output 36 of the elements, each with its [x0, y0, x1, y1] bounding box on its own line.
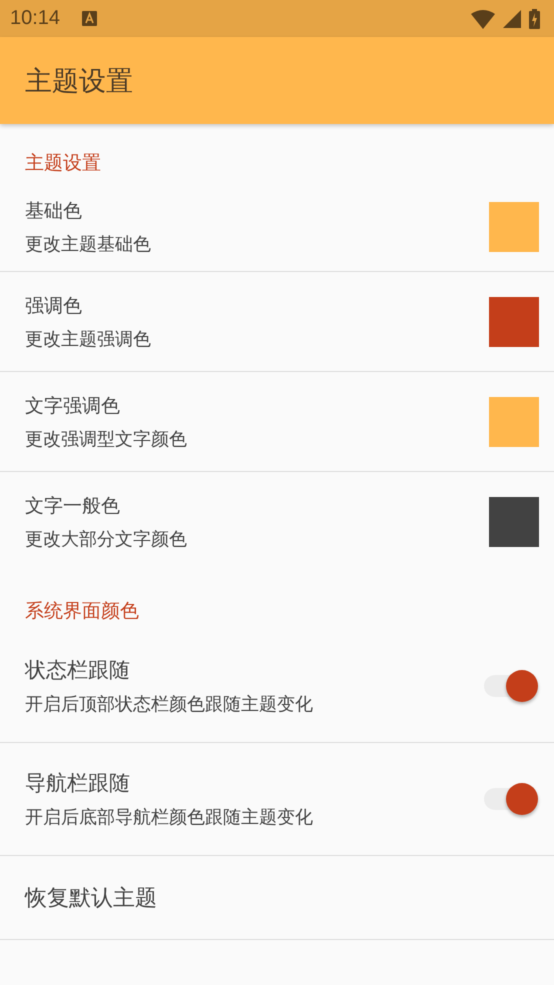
toggle-switch[interactable] [484, 670, 538, 702]
item-title: 基础色 [25, 198, 83, 224]
item-summary: 开启后底部导航栏颜色跟随主题变化 [25, 806, 314, 829]
item-summary: 更改主题强调色 [25, 328, 152, 350]
item-title: 恢复默认主题 [25, 884, 158, 912]
wifi-icon [471, 8, 495, 28]
item-summary: 更改大部分文字颜色 [25, 528, 188, 551]
item-summary: 开启后顶部状态栏颜色跟随主题变化 [25, 693, 314, 716]
toggle-switch[interactable] [484, 783, 538, 815]
item-title: 导航栏跟随 [25, 770, 131, 797]
battery-icon [529, 8, 540, 28]
settings-item[interactable]: 基础色 更改主题基础色 [0, 182, 554, 272]
color-swatch[interactable] [489, 296, 539, 346]
settings-item[interactable]: 文字强调色 更改强调型文字颜色 [0, 372, 554, 472]
settings-item[interactable]: 恢复默认主题 [0, 856, 554, 940]
section-header: 系统界面颜色 [24, 599, 140, 624]
app-bar-title: 主题设置 [25, 64, 133, 98]
item-title: 状态栏跟随 [25, 657, 131, 684]
toggle-thumb[interactable] [506, 783, 538, 815]
settings-item[interactable]: 状态栏跟随 开启后顶部状态栏颜色跟随主题变化 [0, 630, 554, 743]
settings-item[interactable]: 强调色 更改主题强调色 [0, 272, 554, 372]
settings-item[interactable]: 文字一般色 更改大部分文字颜色 [0, 472, 554, 572]
color-swatch[interactable] [489, 202, 539, 252]
keyboard-icon [82, 11, 98, 26]
color-swatch[interactable] [489, 396, 539, 446]
item-title: 文字一般色 [25, 494, 121, 519]
status-time: 10:14 [10, 7, 60, 30]
item-summary: 更改主题基础色 [25, 232, 152, 256]
toggle-thumb[interactable] [506, 670, 538, 702]
color-swatch[interactable] [489, 497, 539, 547]
settings-item[interactable]: 导航栏跟随 开启后底部导航栏颜色跟随主题变化 [0, 743, 554, 856]
item-title: 文字强调色 [25, 394, 121, 418]
signal-icon [503, 10, 521, 28]
item-summary: 更改强调型文字颜色 [25, 428, 188, 450]
item-title: 强调色 [25, 294, 83, 318]
section-header: 主题设置 [24, 151, 102, 176]
